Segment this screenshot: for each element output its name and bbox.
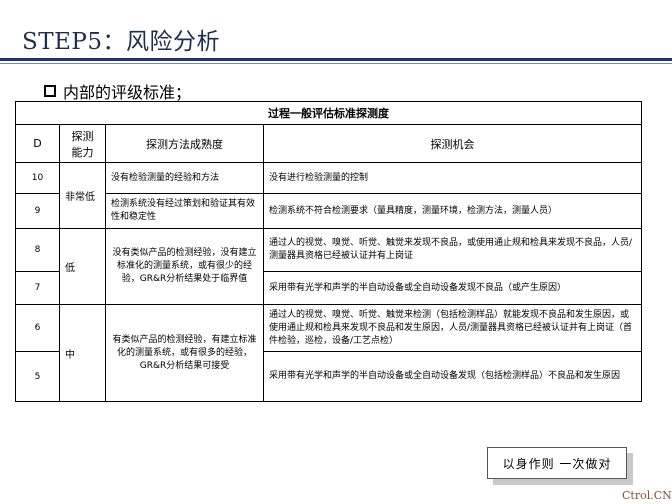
- header-d: D: [15, 124, 60, 163]
- chance-cell: 采用带有光学和声学的半自动设备或全自动设备发现（包括检测样品）不良品和发生原因: [263, 351, 642, 402]
- chance-cell: 采用带有光学和声学的半自动设备或全自动设备发现不良品（或产生原因）: [263, 271, 642, 305]
- table-caption: 过程一般评估标准探测度: [15, 101, 642, 125]
- rating-value: 8: [15, 228, 60, 272]
- title-underline-thin: [0, 63, 672, 64]
- method-cell: 没有类似产品的检测经验，没有建立标准化的测量系统，或有很少的经验，GR&R分析结…: [105, 228, 264, 305]
- table-row: 9 检测系统没有经过策划和验证其有效性和稳定性 检测系统不符合检测要求（量具精度…: [15, 193, 642, 229]
- slogan-box: 以身作则 一次做对: [487, 447, 635, 487]
- detection-rating-table: 过程一般评估标准探测度 D 探测能力 探测方法成熟度 探测机会 10 非常低 没…: [15, 101, 642, 402]
- method-cell: 有类似产品的检测经验，有建立标准化的测量系统，或有很多的经验，GR&R分析结果可…: [105, 304, 264, 402]
- subheading-text: 内部的评级标准；: [63, 83, 192, 102]
- header-method: 探测方法成熟度: [105, 124, 264, 163]
- method-cell: 检测系统没有经过策划和验证其有效性和稳定性: [105, 193, 264, 229]
- page-title: STEP5：风险分析: [22, 29, 220, 55]
- chance-cell: 通过人的视觉、嗅觉、听觉、触觉来发现不良品，或使用通止规和检具来发现不良品，人员…: [263, 228, 642, 272]
- method-cell: 没有检验测量的经验和方法: [105, 162, 264, 194]
- square-bullet-icon: [44, 85, 56, 97]
- table-row: 6 中 有类似产品的检测经验，有建立标准化的测量系统，或有很多的经验，GR&R分…: [15, 304, 642, 402]
- ability-low: 低: [59, 228, 106, 305]
- table-header-row: D 探测能力 探测方法成熟度 探测机会: [15, 124, 642, 163]
- header-ability: 探测能力: [59, 124, 106, 163]
- watermark: Ctrol.CN: [622, 489, 672, 502]
- subheading: 内部的评级标准；: [44, 79, 191, 103]
- slogan-text: 以身作则 一次做对: [487, 447, 627, 479]
- title-underline: [0, 58, 672, 61]
- ability-very-low: 非常低: [59, 162, 106, 229]
- chance-cell: 通过人的视觉、嗅觉、听觉、触觉来检测（包括检测样品）就能发现不良品和发生原因，或…: [263, 304, 642, 352]
- rating-value: 6: [15, 304, 60, 352]
- ability-medium: 中: [59, 304, 106, 402]
- header-chance: 探测机会: [263, 124, 642, 163]
- table-caption-row: 过程一般评估标准探测度: [15, 101, 642, 125]
- chance-cell: 没有进行检验测量的控制: [263, 162, 642, 194]
- chance-cell: 检测系统不符合检测要求（量具精度，测量环境，检测方法，测量人员）: [263, 193, 642, 229]
- table-row: 8 低 没有类似产品的检测经验，没有建立标准化的测量系统，或有很少的经验，GR&…: [15, 228, 642, 305]
- table-row: 10 非常低 没有检验测量的经验和方法 没有进行检验测量的控制: [15, 162, 642, 229]
- rating-value: 10: [15, 162, 60, 194]
- rating-value: 7: [15, 271, 60, 305]
- rating-value: 5: [15, 351, 60, 402]
- rating-value: 9: [15, 193, 60, 229]
